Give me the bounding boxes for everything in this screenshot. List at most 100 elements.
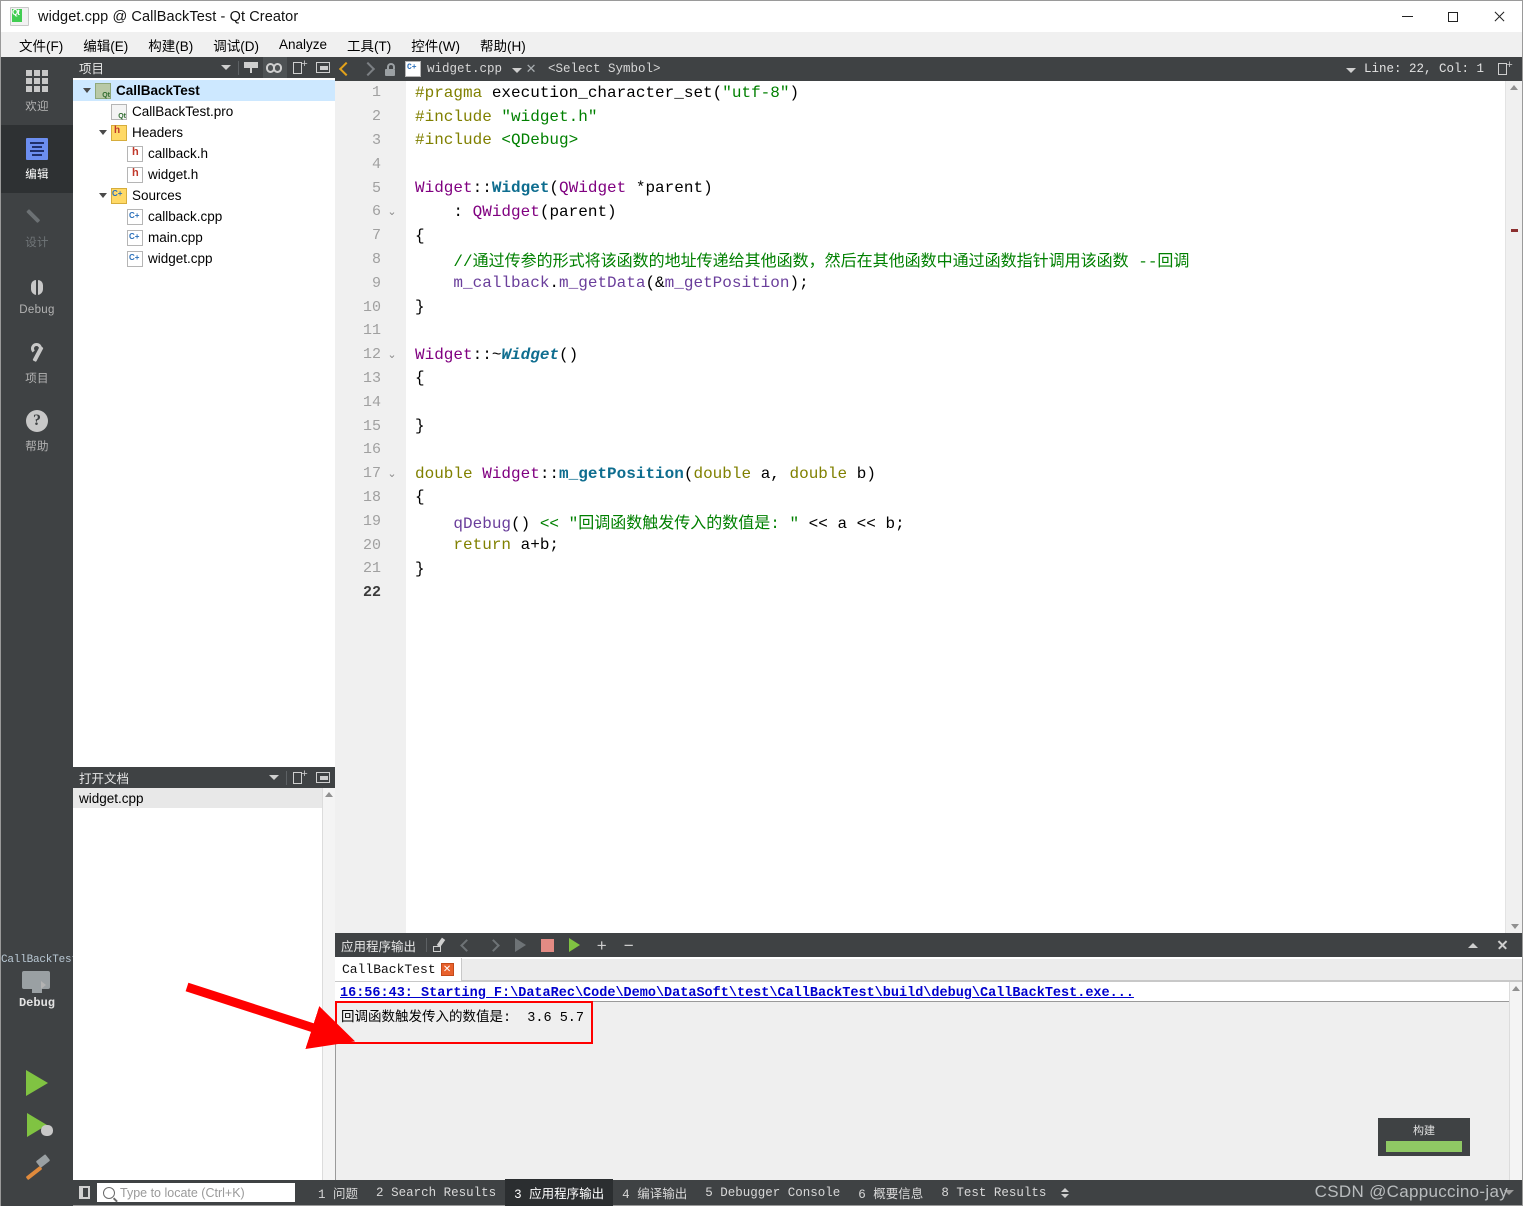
tab-compile-output[interactable]: 4 编译输出 <box>613 1179 696 1206</box>
code-line[interactable]: 7{ <box>335 224 1505 248</box>
expand-arrow-icon[interactable] <box>95 130 111 135</box>
editor-file-selector[interactable]: widget.cpp <box>405 61 502 77</box>
toggle-sidebar-icon[interactable] <box>73 1180 95 1205</box>
link-icon[interactable] <box>263 57 287 78</box>
close-icon[interactable] <box>1489 933 1514 957</box>
code-line[interactable]: 2 #include "widget.h" <box>335 105 1505 129</box>
scroll-down-icon[interactable] <box>1506 920 1522 933</box>
code-line[interactable]: 3 #include <QDebug> <box>335 129 1505 153</box>
filter-icon[interactable] <box>239 57 263 78</box>
maximize-button[interactable] <box>1430 1 1476 32</box>
scroll-up-icon[interactable] <box>1510 982 1522 995</box>
open-documents-dropdown[interactable] <box>262 767 286 788</box>
tree-item-callback-h[interactable]: callback.h <box>73 143 335 164</box>
output-tab-callbacktest[interactable]: CallBackTest ✕ <box>335 958 462 981</box>
code-line[interactable]: 14 <box>335 390 1505 414</box>
maximize-icon[interactable] <box>1460 933 1485 957</box>
code-line[interactable]: 9 m_callback.m_getData(&m_getPosition); <box>335 271 1505 295</box>
symbol-selector[interactable]: <Select Symbol> <box>548 62 661 76</box>
fold-marker-icon[interactable]: ⌄ <box>381 467 403 481</box>
code-line[interactable]: 4 <box>335 152 1505 176</box>
run-button[interactable] <box>1 1062 73 1104</box>
scroll-up-icon[interactable] <box>1506 81 1522 94</box>
code-line[interactable]: 15} <box>335 414 1505 438</box>
menu-file[interactable]: 文件(F) <box>9 32 73 58</box>
close-button[interactable] <box>1476 1 1522 32</box>
navigate-forward-button[interactable] <box>357 57 379 81</box>
tab-general-messages[interactable]: 6 概要信息 <box>849 1179 932 1206</box>
build-button[interactable] <box>1 1146 73 1188</box>
output-text-area[interactable]: 16:56:43: Starting F:\DataRec\Code\Demo\… <box>335 982 1522 1181</box>
code-line[interactable]: 5 Widget::Widget(QWidget *parent) <box>335 176 1505 200</box>
fold-marker-icon[interactable]: ⌄ <box>381 205 403 219</box>
mode-projects[interactable]: 项目 <box>1 329 73 397</box>
split-editor-icon[interactable] <box>1492 59 1516 80</box>
code-line[interactable]: 17 ⌄ double Widget::m_getPosition(double a… <box>335 462 1505 486</box>
editor-close-button[interactable]: ✕ <box>522 61 540 77</box>
code-line[interactable]: 13 { <box>335 367 1505 391</box>
tab-issues[interactable]: 1 问题 <box>309 1179 367 1206</box>
menu-widgets[interactable]: 控件(W) <box>401 32 470 58</box>
zoom-out-icon[interactable]: − <box>616 933 641 957</box>
play-icon[interactable] <box>508 933 533 957</box>
tab-search-results[interactable]: 2 Search Results <box>367 1182 505 1204</box>
split-icon[interactable] <box>287 767 311 788</box>
code-line[interactable]: 6 ⌄ : QWidget(parent) <box>335 200 1505 224</box>
code-line[interactable]: 12 ⌄ Widget::~Widget() <box>335 343 1505 367</box>
scroll-up-icon[interactable] <box>323 788 335 801</box>
expand-arrow-icon[interactable] <box>79 88 95 93</box>
debug-button[interactable] <box>1 1104 73 1146</box>
mode-welcome[interactable]: 欢迎 <box>1 57 73 125</box>
output-pane-updown-icon[interactable] <box>1061 1187 1070 1198</box>
tree-item-main-cpp[interactable]: main.cpp <box>73 227 335 248</box>
fold-marker-icon[interactable]: ⌄ <box>381 348 403 362</box>
code-line[interactable]: 20 return a+b; <box>335 533 1505 557</box>
code-line[interactable]: 22 <box>335 581 1505 605</box>
menu-help[interactable]: 帮助(H) <box>470 32 536 58</box>
code-line[interactable]: 16 <box>335 438 1505 462</box>
clear-icon[interactable] <box>427 933 452 957</box>
tree-item-headers[interactable]: Headers <box>73 122 335 143</box>
project-pane-dropdown[interactable] <box>214 57 238 78</box>
collapse-icon[interactable] <box>311 57 335 78</box>
kit-selector[interactable]: CallBackTest Debug <box>1 954 78 1010</box>
mode-help[interactable]: ? 帮助 <box>1 397 73 465</box>
code-line[interactable]: 1 #pragma execution_character_set("utf-8"… <box>335 81 1505 105</box>
chevron-down-icon[interactable] <box>1504 1190 1514 1195</box>
expand-arrow-icon[interactable] <box>95 193 111 198</box>
editor-scrollbar[interactable] <box>1505 81 1522 933</box>
tree-item-sources[interactable]: Sources <box>73 185 335 206</box>
next-icon[interactable] <box>481 933 506 957</box>
navigate-back-button[interactable] <box>335 57 357 81</box>
code-lines[interactable]: 1 #pragma execution_character_set("utf-8"… <box>335 81 1505 933</box>
mode-edit[interactable]: 编辑 <box>1 125 73 193</box>
tab-test-results[interactable]: 8 Test Results <box>932 1182 1055 1204</box>
tree-item-callback-cpp[interactable]: callback.cpp <box>73 206 335 227</box>
mode-design[interactable]: 设计 <box>1 193 73 261</box>
code-line[interactable]: 21} <box>335 557 1505 581</box>
minimize-button[interactable] <box>1384 1 1430 32</box>
editor-file-dropdown[interactable] <box>512 62 523 76</box>
code-line[interactable]: 10} <box>335 295 1505 319</box>
menu-debug[interactable]: 调试(D) <box>203 32 269 58</box>
open-document-widget-cpp[interactable]: widget.cpp <box>73 788 335 808</box>
menu-tools[interactable]: 工具(T) <box>337 32 401 58</box>
output-tab-close-icon[interactable]: ✕ <box>440 963 454 976</box>
code-line[interactable]: 19 qDebug() << "回调函数触发传入的数值是: " << a << … <box>335 509 1505 534</box>
open-documents-scrollbar[interactable] <box>322 788 335 1181</box>
zoom-in-icon[interactable]: + <box>589 933 614 957</box>
prev-icon[interactable] <box>454 933 479 957</box>
split-icon[interactable] <box>287 57 311 78</box>
output-scrollbar[interactable] <box>1509 982 1522 1181</box>
stop-icon[interactable] <box>535 933 560 957</box>
code-line[interactable]: 11 <box>335 319 1505 343</box>
unlock-icon[interactable] <box>379 57 401 81</box>
tree-item-widget-h[interactable]: widget.h <box>73 164 335 185</box>
code-line[interactable]: 18 { <box>335 486 1505 510</box>
code-line[interactable]: 8 //通过传参的形式将该函数的地址传递给其他函数，然后在其他函数中通过函数指针… <box>335 248 1505 272</box>
code-area[interactable]: 1 #pragma execution_character_set("utf-8"… <box>335 81 1522 933</box>
tree-item-callbacktest[interactable]: CallBackTest <box>73 80 335 101</box>
search-input[interactable]: Type to locate (Ctrl+K) <box>97 1183 295 1202</box>
tab-debugger-console[interactable]: 5 Debugger Console <box>696 1182 849 1204</box>
run-debug-icon[interactable] <box>562 933 587 957</box>
